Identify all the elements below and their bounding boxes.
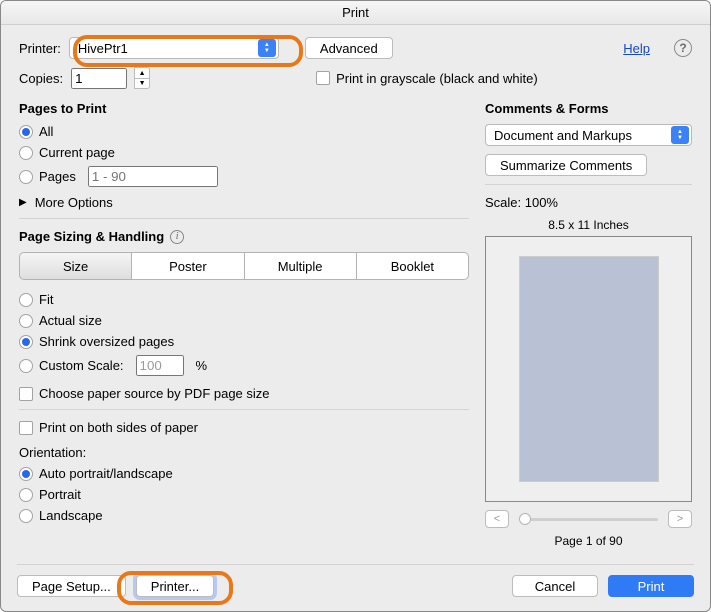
help-link[interactable]: Help [623,41,650,56]
pages-all-radio[interactable]: All [19,124,469,139]
page-setup-button[interactable]: Page Setup... [17,575,126,597]
comments-title: Comments & Forms [485,101,692,116]
print-preview [485,236,692,502]
orientation-landscape-radio[interactable]: Landscape [19,508,469,523]
prev-page-button[interactable]: < [485,510,509,528]
copies-input[interactable] [71,68,127,89]
radio-dot-icon [19,293,33,307]
pages-range-input[interactable] [88,166,218,187]
radio-dot-icon [19,359,33,373]
sheet-size-label: 8.5 x 11 Inches [485,218,692,232]
paper-source-checkbox[interactable]: Choose paper source by PDF page size [19,386,469,401]
select-arrows-icon [258,39,276,57]
summarize-comments-button[interactable]: Summarize Comments [485,154,647,176]
chevron-left-icon: < [494,513,500,525]
shrink-radio[interactable]: Shrink oversized pages [19,334,469,349]
printer-value: HivePtr1 [78,41,128,56]
titlebar: Print [1,1,710,25]
advanced-button[interactable]: Advanced [305,37,393,59]
copies-stepper[interactable]: ▲ ▼ [134,67,150,89]
sizing-tabs: Size Poster Multiple Booklet [19,252,469,280]
custom-scale-radio[interactable]: Custom Scale: % [19,355,469,376]
tab-booklet[interactable]: Booklet [357,252,469,280]
printer-button[interactable]: Printer... [136,575,214,597]
print-button[interactable]: Print [608,575,694,597]
comments-select[interactable]: Document and Markups [485,124,692,146]
printer-select[interactable]: HivePtr1 [69,37,279,59]
radio-dot-icon [19,170,33,184]
radio-dot-icon [19,335,33,349]
page-slider[interactable] [515,512,662,526]
select-arrows-icon [671,126,689,144]
tab-poster[interactable]: Poster [132,252,244,280]
scale-label: Scale: 100% [485,195,692,210]
grayscale-checkbox[interactable]: Print in grayscale (black and white) [316,71,538,86]
radio-dot-icon [19,314,33,328]
checkbox-box-icon [316,71,330,85]
actual-size-radio[interactable]: Actual size [19,313,469,328]
orientation-auto-radio[interactable]: Auto portrait/landscape [19,466,469,481]
checkbox-box-icon [19,387,33,401]
copies-label: Copies: [19,71,63,86]
orientation-label: Orientation: [19,445,469,460]
custom-scale-input[interactable] [136,355,184,376]
pages-to-print-title: Pages to Print [19,101,469,116]
tab-size[interactable]: Size [19,252,132,280]
help-icon[interactable]: ? [674,39,692,57]
chevron-right-icon: > [677,513,683,525]
cancel-button[interactable]: Cancel [512,575,598,597]
info-icon[interactable]: i [170,230,184,244]
both-sides-checkbox[interactable]: Print on both sides of paper [19,420,469,435]
disclosure-triangle-icon: ▶ [19,197,27,208]
next-page-button[interactable]: > [668,510,692,528]
checkbox-box-icon [19,421,33,435]
radio-dot-icon [19,488,33,502]
print-dialog: Print Printer: HivePtr1 Advanced Help ? … [0,0,711,612]
pages-current-radio[interactable]: Current page [19,145,469,160]
slider-thumb-icon [519,513,531,525]
tab-multiple[interactable]: Multiple [245,252,357,280]
radio-dot-icon [19,467,33,481]
stepper-down-icon[interactable]: ▼ [134,78,150,89]
more-options-toggle[interactable]: ▶ More Options [19,195,469,210]
radio-dot-icon [19,146,33,160]
printer-label: Printer: [19,41,61,56]
pages-range-radio[interactable]: Pages [19,166,469,187]
page-counter: Page 1 of 90 [485,534,692,548]
preview-page-icon [519,256,659,482]
window-title: Print [342,5,369,20]
slider-track [519,518,658,521]
fit-radio[interactable]: Fit [19,292,469,307]
stepper-up-icon[interactable]: ▲ [134,67,150,78]
radio-dot-icon [19,509,33,523]
orientation-portrait-radio[interactable]: Portrait [19,487,469,502]
radio-dot-icon [19,125,33,139]
page-sizing-title: Page Sizing & Handling [19,229,164,244]
